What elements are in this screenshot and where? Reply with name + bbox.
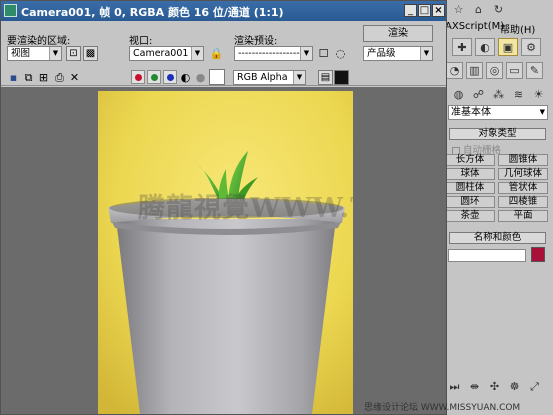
preset-dropdown[interactable]: -------------------- ▼ <box>234 46 313 61</box>
edit-region-icon[interactable]: ⊡ <box>66 46 81 61</box>
cameras-icon[interactable]: ▭ <box>506 62 523 79</box>
watermark: 腾龍視覺WWW.TLVI.NET <box>138 193 353 224</box>
utilities-panel-icon[interactable]: ⚙ <box>521 38 541 56</box>
primitive-button-plane[interactable]: 平面 <box>498 210 548 222</box>
menu-help[interactable]: 帮助(H) <box>500 21 535 36</box>
preset-value: -------------------- <box>238 48 307 59</box>
name-color-header[interactable]: 名称和颜色 <box>449 232 546 244</box>
color-swatch[interactable] <box>209 69 225 85</box>
wave-icon[interactable]: ≋ <box>510 86 527 103</box>
primitive-button-teapot[interactable]: 茶壶 <box>445 210 495 222</box>
geometry-icon[interactable]: ◔ <box>446 62 463 79</box>
primitive-button-geosphere[interactable]: 几何球体 <box>498 168 548 180</box>
hierarchy-panel-icon[interactable]: ▣ <box>498 38 518 56</box>
clone-icon[interactable]: ⊞ <box>36 70 51 85</box>
render-button[interactable]: 渲染 <box>363 25 433 42</box>
red-dot-icon <box>134 73 142 81</box>
copy-icon[interactable]: ⧉ <box>21 70 36 85</box>
monochrome-icon[interactable] <box>334 70 349 85</box>
chevron-down-icon: ▼ <box>293 71 305 84</box>
helpers-icon[interactable]: ✎ <box>526 62 543 79</box>
star-icon[interactable]: ☆ <box>450 1 467 18</box>
footer-watermark: 思缘设计论坛 WWW.MISSYUAN.COM <box>364 403 521 413</box>
chevron-down-icon: ▼ <box>49 47 61 60</box>
home-icon[interactable]: ⌂ <box>470 1 487 18</box>
walk-icon[interactable]: ⇼ <box>466 378 483 395</box>
save-icon[interactable]: ▪ <box>6 70 21 85</box>
display-alpha-icon[interactable]: ▤ <box>318 70 333 85</box>
red-channel-toggle[interactable] <box>131 70 145 84</box>
object-color-swatch[interactable] <box>531 247 545 262</box>
chevron-down-icon: ▼ <box>420 47 432 60</box>
minimize-button[interactable]: _ <box>404 4 417 17</box>
green-dot-icon <box>150 73 158 81</box>
rendered-frame-window: Camera001, 帧 0, RGBA 颜色 16 位/通道 (1:1) _ … <box>0 0 447 415</box>
bulb-icon[interactable]: ☀ <box>530 86 547 103</box>
command-panel: AXScript(M) 帮助(H) ☆ ⌂ ↻ ✚ ◐ ▣ ⚙ ◔ ▥ ◎ ▭ … <box>441 0 553 415</box>
chevron-down-icon: ▼ <box>539 108 545 116</box>
maximize-viewport-icon[interactable]: ⤢ <box>526 378 543 395</box>
object-type-header[interactable]: 对象类型 <box>449 128 546 140</box>
close-button[interactable]: × <box>432 4 445 17</box>
clear-icon[interactable]: ✕ <box>67 70 82 85</box>
category-value: 准基本体 <box>451 107 491 118</box>
rotate-icon[interactable]: ↻ <box>490 1 507 18</box>
product-level-dropdown[interactable]: 产品级 ▼ <box>363 46 433 61</box>
bubbles-icon[interactable]: ⁂ <box>490 86 507 103</box>
primitive-button-cylinder[interactable]: 圆柱体 <box>445 182 495 194</box>
primitive-button-cone[interactable]: 圆锥体 <box>498 154 548 166</box>
channel-value: RGB Alpha <box>237 72 288 83</box>
area-value: 视图 <box>11 48 31 59</box>
category-dropdown[interactable]: 准基本体 ▼ <box>448 105 548 120</box>
environment-icon[interactable]: ◌ <box>333 46 348 61</box>
channel-dropdown[interactable]: RGB Alpha ▼ <box>233 70 306 85</box>
preset-label: 渲染预设: <box>234 36 278 47</box>
app-icon <box>4 4 17 17</box>
viewport-dropdown[interactable]: Camera001 ▼ <box>129 46 204 61</box>
auto-region-icon[interactable]: ▩ <box>83 46 98 61</box>
primitive-button-torus[interactable]: 圆环 <box>445 196 495 208</box>
pan-icon[interactable]: ☸ <box>506 378 523 395</box>
product-level-value: 产品级 <box>367 48 396 59</box>
blue-dot-icon <box>166 73 174 81</box>
primitive-button-box[interactable]: 长方体 <box>445 154 495 166</box>
primitive-button-tube[interactable]: 管状体 <box>498 182 548 194</box>
shapes-icon[interactable]: ▥ <box>466 62 483 79</box>
render-viewport[interactable]: 腾龍視覺WWW.TLVI.NET <box>1 87 446 414</box>
maximize-button[interactable]: □ <box>418 4 431 17</box>
rendered-image: 腾龍視覺WWW.TLVI.NET <box>98 91 353 414</box>
lights-icon[interactable]: ◎ <box>486 62 503 79</box>
print-icon[interactable]: ⎙ <box>52 70 67 85</box>
systems-icon[interactable]: ☍ <box>470 86 487 103</box>
area-label: 要渲染的区域: <box>7 36 71 47</box>
render-setup-icon[interactable]: ☐ <box>316 46 331 61</box>
chevron-down-icon: ▼ <box>300 47 312 60</box>
blue-channel-toggle[interactable] <box>163 70 177 84</box>
mono-toggle-icon[interactable]: ● <box>193 70 208 85</box>
flower-pot-render <box>98 91 353 414</box>
chevron-down-icon: ▼ <box>191 47 203 60</box>
primitive-button-pyramid[interactable]: 四棱锥 <box>498 196 548 208</box>
spacewarps-icon[interactable]: ◍ <box>450 86 467 103</box>
orbit-icon[interactable]: ✣ <box>486 378 503 395</box>
modify-panel-icon[interactable]: ◐ <box>475 38 495 56</box>
viewport-label: 视口: <box>129 36 153 47</box>
primitive-button-sphere[interactable]: 球体 <box>445 168 495 180</box>
viewport-value: Camera001 <box>133 48 189 59</box>
lock-icon[interactable]: 🔒 <box>209 46 224 61</box>
object-name-input[interactable] <box>448 249 526 262</box>
render-toolbar: 要渲染的区域: 视图 ▼ ⊡ ▩ 视口: Camera001 ▼ 🔒 渲染预设:… <box>1 21 446 86</box>
menu-maxscript[interactable]: AXScript(M) <box>445 21 504 32</box>
create-panel-icon[interactable]: ✚ <box>452 38 472 56</box>
title-bar[interactable]: Camera001, 帧 0, RGBA 颜色 16 位/通道 (1:1) _ … <box>1 1 446 21</box>
green-channel-toggle[interactable] <box>147 70 161 84</box>
alpha-toggle-icon[interactable]: ◐ <box>178 70 193 85</box>
window-title: Camera001, 帧 0, RGBA 颜色 16 位/通道 (1:1) <box>21 6 284 19</box>
play-forward-icon[interactable]: ⏭ <box>446 378 463 395</box>
area-dropdown[interactable]: 视图 ▼ <box>7 46 62 61</box>
